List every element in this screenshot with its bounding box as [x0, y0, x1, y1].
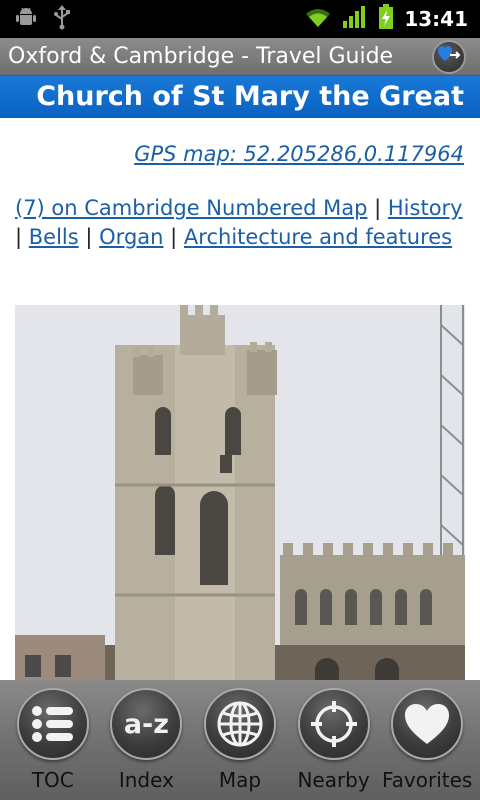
a-z-icon: a-z — [110, 688, 183, 760]
favorites-button[interactable]: Favorites — [382, 688, 473, 792]
android-debug-icon — [14, 5, 38, 33]
app-title: Oxford & Cambridge - Travel Guide — [8, 44, 394, 69]
add-favorite-button[interactable] — [432, 39, 466, 74]
usb-icon — [52, 4, 72, 34]
a-z-icon-text: a-z — [123, 708, 169, 740]
link-separator: | — [374, 196, 382, 220]
heart-icon — [391, 688, 464, 760]
gps-map-link[interactable]: GPS map: 52.205286,0.117964 — [134, 142, 464, 166]
link-separator: | — [15, 225, 23, 249]
wifi-icon — [304, 6, 332, 32]
link-separator: | — [85, 225, 93, 249]
page-title: Church of St Mary the Great — [0, 76, 480, 118]
church-photo — [15, 305, 465, 680]
link-separator: | — [170, 225, 178, 249]
status-bar: 13:41 — [0, 0, 480, 38]
content-area[interactable]: GPS map: 52.205286,0.117964 (7) on Cambr… — [0, 118, 480, 680]
battery-charging-icon — [378, 4, 394, 34]
nearby-button[interactable]: Nearby — [290, 688, 378, 792]
numbered-map-link[interactable]: (7) on Cambridge Numbered Map — [15, 196, 367, 220]
list-icon — [16, 688, 89, 760]
organ-link[interactable]: Organ — [99, 225, 163, 249]
signal-icon — [342, 5, 368, 33]
status-time: 13:41 — [404, 7, 468, 31]
map-label: Map — [218, 768, 262, 792]
toc-button[interactable]: TOC — [9, 688, 97, 792]
index-label: Index — [118, 768, 174, 792]
bottom-toolbar: TOC a-z Index Map Nearby Favorites — [0, 680, 480, 800]
heart-arrow-icon — [437, 45, 461, 69]
nearby-label: Nearby — [297, 768, 370, 792]
globe-icon — [203, 688, 276, 760]
section-links: (7) on Cambridge Numbered Map | History … — [15, 194, 470, 252]
toc-label: TOC — [31, 768, 74, 792]
favorites-label: Favorites — [382, 768, 473, 792]
title-bar: Oxford & Cambridge - Travel Guide — [0, 38, 480, 76]
crosshair-icon — [297, 688, 370, 760]
architecture-link[interactable]: Architecture and features — [184, 225, 452, 249]
bells-link[interactable]: Bells — [29, 225, 79, 249]
history-link[interactable]: History — [388, 196, 463, 220]
index-button[interactable]: a-z Index — [102, 688, 190, 792]
map-button[interactable]: Map — [196, 688, 284, 792]
